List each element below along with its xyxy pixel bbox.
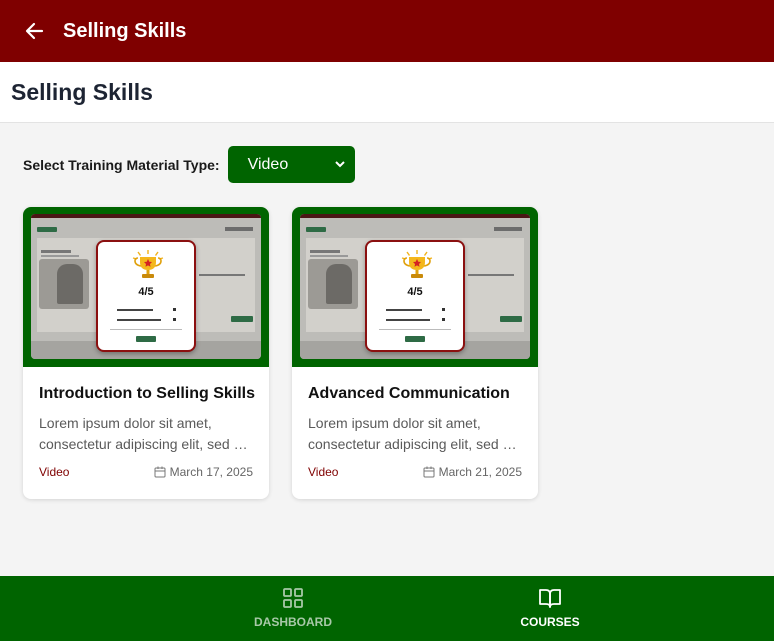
nav-dashboard[interactable]: DASHBOARD bbox=[233, 587, 353, 629]
page-header: Selling Skills bbox=[0, 62, 774, 123]
back-button[interactable] bbox=[20, 16, 50, 46]
course-thumbnail[interactable]: 4/5 bbox=[23, 207, 269, 367]
course-description: Lorem ipsum dolor sit amet, consectetur … bbox=[39, 415, 250, 452]
nav-courses-label: COURSES bbox=[520, 615, 580, 629]
material-type-filter: Select Training Material Type: Video bbox=[23, 146, 355, 183]
course-date: March 17, 2025 bbox=[169, 465, 253, 479]
material-type-label: Video bbox=[308, 465, 339, 479]
course-title[interactable]: Introduction to Selling Skills bbox=[39, 384, 255, 404]
nav-dashboard-label: DASHBOARD bbox=[254, 615, 332, 629]
select-value: Video bbox=[247, 155, 289, 173]
trophy-icon bbox=[132, 250, 164, 278]
grid-icon bbox=[283, 588, 303, 608]
course-thumbnail[interactable]: 4/5 bbox=[292, 207, 538, 367]
quiz-screenshot: 4/5 bbox=[300, 214, 530, 359]
calendar-icon bbox=[154, 466, 166, 478]
score-text: 4/5 bbox=[407, 286, 423, 298]
nav-courses[interactable]: COURSES bbox=[490, 587, 610, 629]
course-title[interactable]: Advanced Communication bbox=[308, 384, 522, 404]
course-card[interactable]: 4/5 Advanced Communication Lorem ipsum d… bbox=[292, 207, 538, 499]
course-date: March 21, 2025 bbox=[438, 465, 522, 479]
course-card[interactable]: 4/5 Introduction to Selling Skills Lorem… bbox=[23, 207, 269, 499]
chevron-down-icon bbox=[334, 161, 345, 168]
trophy-icon bbox=[401, 250, 433, 278]
calendar-icon bbox=[423, 466, 435, 478]
material-type-select[interactable]: Video bbox=[227, 146, 355, 183]
page-title: Selling Skills bbox=[11, 78, 153, 105]
filter-label: Select Training Material Type: bbox=[23, 156, 220, 173]
book-open-icon bbox=[539, 589, 561, 608]
bottom-navigation: DASHBOARD COURSES bbox=[0, 576, 774, 641]
app-bar-title: Selling Skills bbox=[63, 19, 187, 42]
course-description: Lorem ipsum dolor sit amet, consectetur … bbox=[308, 415, 519, 452]
score-modal: 4/5 bbox=[96, 240, 196, 352]
quiz-screenshot: 4/5 bbox=[31, 214, 261, 359]
score-text: 4/5 bbox=[138, 286, 154, 298]
score-modal: 4/5 bbox=[365, 240, 465, 352]
arrow-left-icon bbox=[25, 22, 44, 40]
material-type-label: Video bbox=[39, 465, 70, 479]
top-app-bar: Selling Skills bbox=[0, 0, 774, 62]
